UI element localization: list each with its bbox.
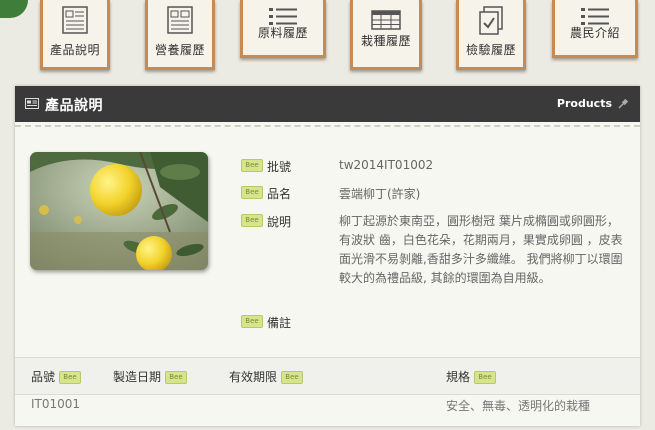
nav-card-nutrition[interactable]: 營養履歷 bbox=[145, 0, 215, 70]
nav-card-label: 栽種履歷 bbox=[360, 34, 411, 48]
bee-badge: Bee bbox=[165, 371, 188, 384]
column-header-item-no: 品號 Bee bbox=[31, 368, 82, 385]
nav-card-materials[interactable]: 原料履歷 bbox=[240, 0, 326, 58]
pin-icon[interactable] bbox=[617, 98, 629, 110]
nav-card-label: 產品說明 bbox=[49, 43, 100, 57]
nav-card-label: 檢驗履歷 bbox=[465, 43, 516, 57]
field-value: tw2014IT01002 bbox=[339, 158, 434, 172]
leaf-decoration bbox=[0, 0, 28, 18]
cell-spec: 安全、無毒、透明化的栽種 bbox=[446, 399, 591, 413]
nav-card-product-info[interactable]: 產品說明 bbox=[40, 0, 110, 70]
bee-badge: Bee bbox=[241, 214, 263, 227]
description-text: 柳丁起源於東南亞，圓形樹冠 葉片成橢圓或卵圓形，有波狀 齒，白色花朵，花期兩月，… bbox=[339, 214, 623, 285]
column-header-mfg-date: 製造日期 Bee bbox=[113, 368, 188, 385]
bee-badge: Bee bbox=[241, 315, 263, 328]
field-label: 批號 bbox=[267, 160, 292, 174]
field-label: 品名 bbox=[267, 187, 292, 201]
bee-badge: Bee bbox=[241, 159, 263, 172]
nutrition-icon bbox=[167, 6, 193, 34]
inspection-documents-icon bbox=[479, 6, 503, 35]
bee-badge: Bee bbox=[281, 371, 304, 384]
table-header: 品號 Bee 製造日期 Bee 有效期限 Bee 規格 Bee bbox=[15, 357, 640, 395]
bee-badge: Bee bbox=[241, 186, 263, 199]
nav-card-label: 原料履歷 bbox=[257, 26, 308, 40]
panel-header-icon bbox=[25, 98, 39, 109]
product-panel: 產品說明 Products Bee 批號 tw2014IT01002 Bee 品… bbox=[15, 86, 640, 426]
field-value: 雲端柳丁(許家) bbox=[339, 187, 421, 201]
product-photo bbox=[30, 152, 208, 270]
field-label: 說明 bbox=[267, 215, 292, 229]
bee-badge: Bee bbox=[474, 371, 497, 384]
nav-card-label: 農民介紹 bbox=[569, 26, 620, 40]
cell-item-no: IT01001 bbox=[31, 397, 81, 411]
planting-table-icon bbox=[371, 10, 401, 30]
nav-card-farmer[interactable]: 農民介紹 bbox=[552, 0, 638, 58]
products-link[interactable]: Products bbox=[557, 97, 612, 110]
header-divider bbox=[15, 125, 640, 127]
nav-card-inspection[interactable]: 檢驗履歷 bbox=[456, 0, 526, 70]
nav-card-planting[interactable]: 栽種履歷 bbox=[350, 0, 422, 70]
product-info-icon bbox=[62, 6, 88, 34]
bee-badge: Bee bbox=[59, 371, 82, 384]
column-header-expiry: 有效期限 Bee bbox=[229, 368, 304, 385]
panel-title: 產品說明 bbox=[45, 98, 103, 114]
field-label: 備註 bbox=[267, 316, 292, 330]
column-header-spec: 規格 Bee bbox=[446, 368, 497, 385]
nav-card-label: 營養履歷 bbox=[154, 43, 205, 57]
panel-header: 產品說明 Products bbox=[15, 86, 640, 122]
